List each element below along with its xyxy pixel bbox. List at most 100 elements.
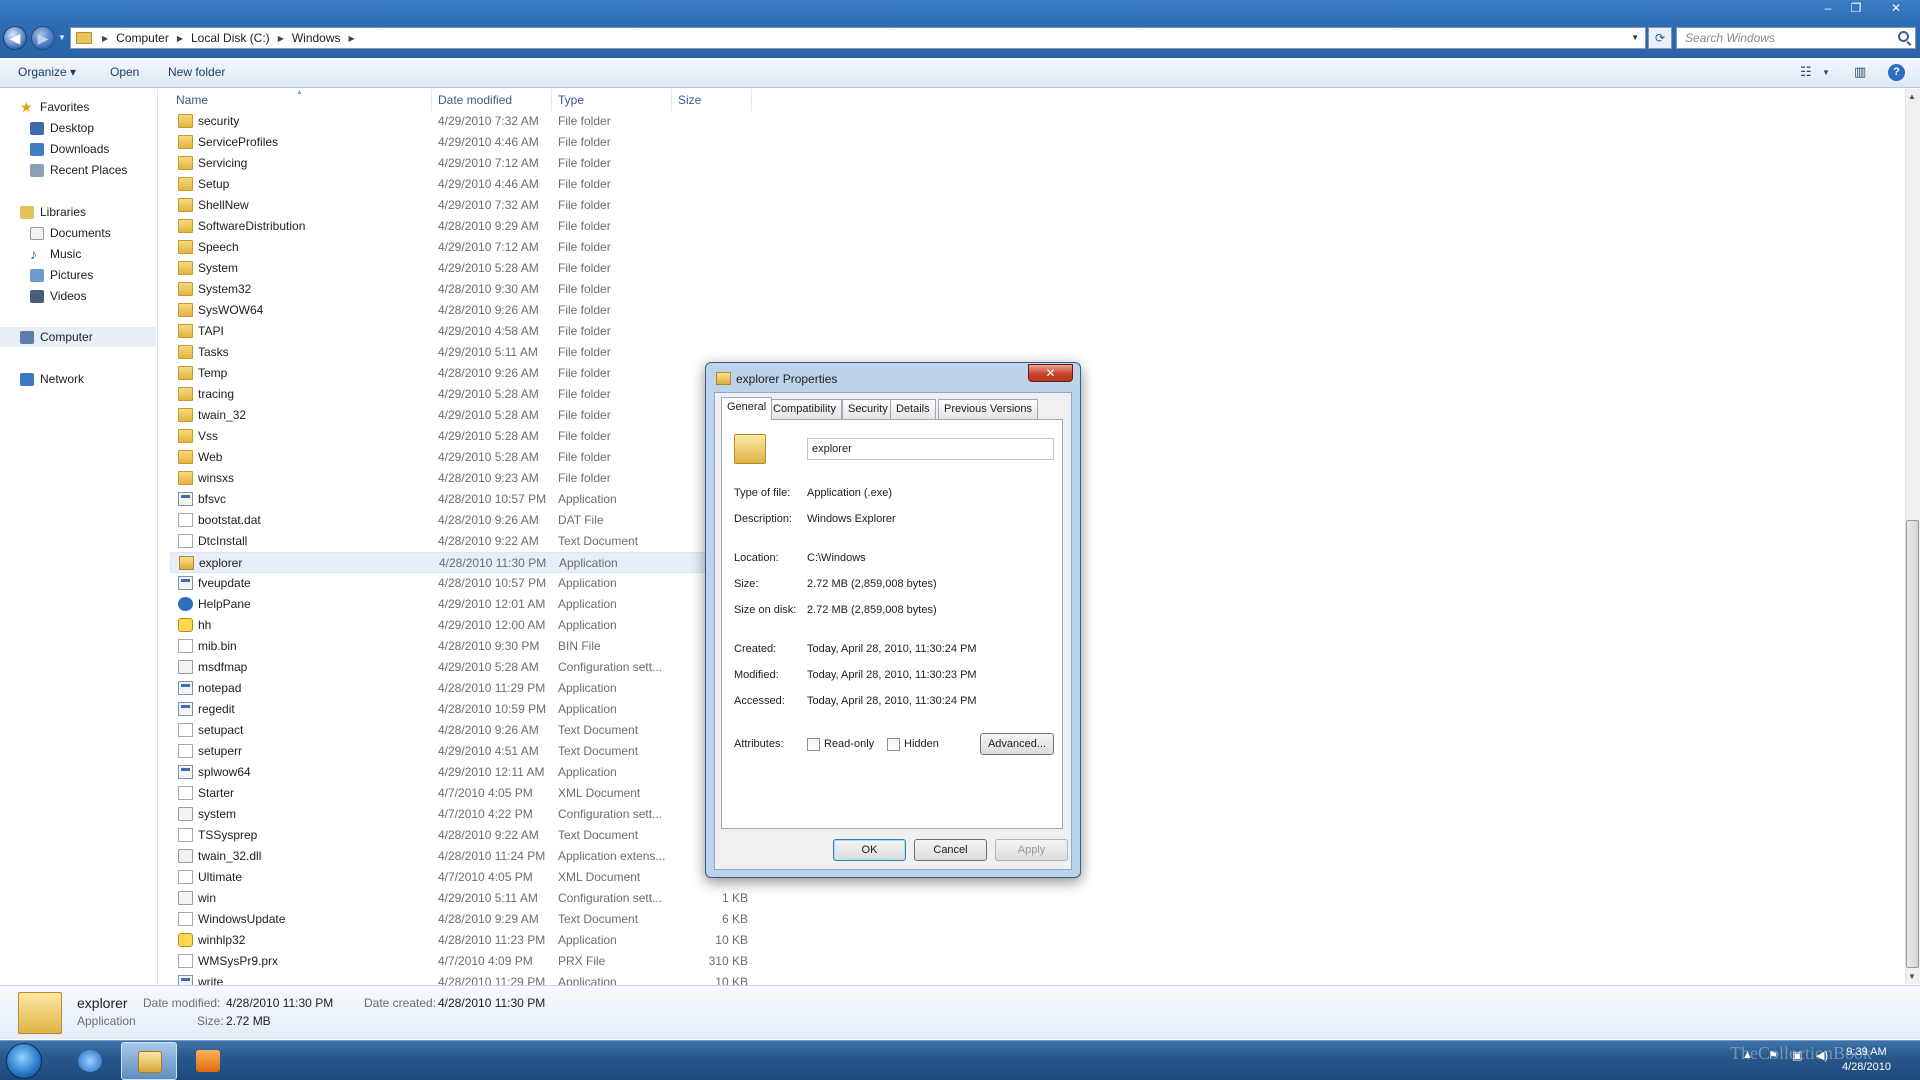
column-header-type[interactable]: Type xyxy=(552,89,672,111)
maximize-button[interactable]: ❐ xyxy=(1838,0,1874,17)
advanced-button[interactable]: Advanced... xyxy=(980,733,1054,755)
change-view-icon[interactable]: ☷ xyxy=(1800,64,1812,80)
tab-details[interactable]: Details xyxy=(890,399,936,419)
nav-music[interactable]: ♪ Music xyxy=(30,244,81,264)
file-row[interactable]: Servicing 4/29/2010 7:12 AM File folder xyxy=(170,153,750,174)
file-row[interactable]: Ultimate 4/7/2010 4:05 PM XML Document xyxy=(170,867,750,888)
ok-button[interactable]: OK xyxy=(833,839,906,861)
tab-previous-versions[interactable]: Previous Versions xyxy=(938,399,1039,419)
dialog-close-button[interactable]: ✕ xyxy=(1028,364,1073,382)
organize-button[interactable]: Organize ▾ xyxy=(18,65,76,79)
taskbar-media-player[interactable] xyxy=(180,1042,236,1080)
file-row[interactable]: explorer4/28/2010 11:30 PMApplication2 xyxy=(170,552,750,573)
file-row[interactable]: winsxs 4/28/2010 9:23 AM File folder xyxy=(170,468,750,489)
breadcrumb-computer[interactable]: Computer xyxy=(112,31,173,45)
nav-desktop[interactable]: Desktop xyxy=(30,118,94,138)
column-header-size[interactable]: Size xyxy=(672,89,752,111)
read-only-label[interactable]: Read-only xyxy=(824,738,874,750)
file-row[interactable]: TSSysprep 4/28/2010 9:22 AM Text Document xyxy=(170,825,750,846)
close-button[interactable]: ✕ xyxy=(1878,0,1914,17)
nav-pictures[interactable]: Pictures xyxy=(30,265,93,285)
refresh-button[interactable]: ⟳ xyxy=(1648,27,1672,49)
file-row[interactable]: SysWOW64 4/28/2010 9:26 AM File folder xyxy=(170,300,750,321)
file-row[interactable]: tracing 4/29/2010 5:28 AM File folder xyxy=(170,384,750,405)
nav-network[interactable]: Network xyxy=(20,369,84,389)
file-row[interactable]: winhlp32 4/28/2010 11:23 PM Application 10 … xyxy=(170,930,750,951)
address-bar[interactable]: ▶ Computer ▶ Local Disk (C:) ▶ Windows ▶… xyxy=(70,27,1646,49)
file-name-field[interactable]: explorer xyxy=(807,438,1054,460)
file-row[interactable]: TAPI 4/29/2010 4:58 AM File folder xyxy=(170,321,750,342)
file-row[interactable]: WMSysPr9.prx 4/7/2010 4:09 PM PRX File 310 … xyxy=(170,951,750,972)
scroll-up-icon[interactable]: ▲ xyxy=(1908,92,1916,101)
breadcrumb-windows[interactable]: Windows xyxy=(288,31,345,45)
view-dropdown-icon[interactable]: ▼ xyxy=(1822,68,1830,77)
read-only-checkbox[interactable] xyxy=(807,738,820,751)
hidden-label[interactable]: Hidden xyxy=(904,738,939,750)
chevron-right-icon[interactable]: ▶ xyxy=(173,34,187,43)
start-button[interactable] xyxy=(6,1043,42,1079)
search-icon[interactable] xyxy=(1898,31,1909,42)
preview-pane-icon[interactable]: ▥ xyxy=(1854,64,1866,80)
file-row[interactable]: Temp 4/28/2010 9:26 AM File folder xyxy=(170,363,750,384)
file-row[interactable]: System 4/29/2010 5:28 AM File folder xyxy=(170,258,750,279)
breadcrumb-local-disk[interactable]: Local Disk (C:) xyxy=(187,31,274,45)
file-row[interactable]: HelpPane 4/29/2010 12:01 AM Application xyxy=(170,594,750,615)
address-dropdown-icon[interactable]: ▼ xyxy=(1631,33,1639,42)
nav-libraries[interactable]: Libraries xyxy=(20,202,86,222)
file-row[interactable]: SoftwareDistribution 4/28/2010 9:29 AM Fil… xyxy=(170,216,750,237)
new-folder-button[interactable]: New folder xyxy=(168,65,225,79)
file-row[interactable]: system 4/7/2010 4:22 PM Configuration sett… xyxy=(170,804,750,825)
nav-computer[interactable]: Computer xyxy=(0,327,156,347)
open-button[interactable]: Open xyxy=(110,65,139,79)
file-row[interactable]: twain_32 4/29/2010 5:28 AM File folder xyxy=(170,405,750,426)
nav-videos[interactable]: Videos xyxy=(30,286,86,306)
chevron-right-icon[interactable]: ▶ xyxy=(274,34,288,43)
file-row[interactable]: win 4/29/2010 5:11 AM Configuration sett..… xyxy=(170,888,750,909)
tab-security[interactable]: Security xyxy=(842,399,894,419)
nav-downloads[interactable]: Downloads xyxy=(30,139,109,159)
file-row[interactable]: bfsvc 4/28/2010 10:57 PM Application xyxy=(170,489,750,510)
file-row[interactable]: DtcInstall 4/28/2010 9:22 AM Text Document xyxy=(170,531,750,552)
file-row[interactable]: bootstat.dat 4/28/2010 9:26 AM DAT File xyxy=(170,510,750,531)
file-row[interactable]: ShellNew 4/29/2010 7:32 AM File folder xyxy=(170,195,750,216)
tab-general[interactable]: General xyxy=(721,397,773,420)
taskbar-internet-explorer[interactable] xyxy=(62,1042,118,1080)
file-row[interactable]: twain_32.dll 4/28/2010 11:24 PM Applicatio… xyxy=(170,846,750,867)
taskbar-windows-explorer[interactable] xyxy=(121,1042,177,1080)
file-row[interactable]: setuperr 4/29/2010 4:51 AM Text Document xyxy=(170,741,750,762)
file-row[interactable]: write 4/28/2010 11:29 PM Application 10 KB xyxy=(170,972,750,985)
forward-button[interactable]: ▶ xyxy=(31,26,55,50)
file-row[interactable]: splwow64 4/29/2010 12:11 AM Application xyxy=(170,762,750,783)
chevron-right-icon[interactable]: ▶ xyxy=(98,34,112,43)
chevron-right-icon[interactable]: ▶ xyxy=(345,34,359,43)
file-row[interactable]: mib.bin 4/28/2010 9:30 PM BIN File xyxy=(170,636,750,657)
file-row[interactable]: msdfmap 4/29/2010 5:28 AM Configuration se… xyxy=(170,657,750,678)
file-row[interactable]: WindowsUpdate 4/28/2010 9:29 AM Text Docum… xyxy=(170,909,750,930)
cancel-button[interactable]: Cancel xyxy=(914,839,987,861)
back-button[interactable]: ◀ xyxy=(3,26,27,50)
scroll-down-icon[interactable]: ▼ xyxy=(1908,972,1916,981)
column-header-date[interactable]: Date modified xyxy=(432,89,552,111)
file-row[interactable]: hh 4/29/2010 12:00 AM Application xyxy=(170,615,750,636)
recent-pages-chevron-icon[interactable]: ▼ xyxy=(58,33,66,42)
file-row[interactable]: fveupdate 4/28/2010 10:57 PM Application xyxy=(170,573,750,594)
file-row[interactable]: Web 4/29/2010 5:28 AM File folder xyxy=(170,447,750,468)
nav-recent-places[interactable]: Recent Places xyxy=(30,160,127,180)
tab-compatibility[interactable]: Compatibility xyxy=(767,399,842,419)
file-row[interactable]: security 4/29/2010 7:32 AM File folder xyxy=(170,111,750,132)
file-row[interactable]: System32 4/28/2010 9:30 AM File folder xyxy=(170,279,750,300)
apply-button[interactable]: Apply xyxy=(995,839,1068,861)
nav-documents[interactable]: Documents xyxy=(30,223,111,243)
file-row[interactable]: notepad 4/28/2010 11:29 PM Application xyxy=(170,678,750,699)
file-row[interactable]: setupact 4/28/2010 9:26 AM Text Document xyxy=(170,720,750,741)
help-icon[interactable]: ? xyxy=(1888,64,1905,81)
nav-favorites[interactable]: ★ Favorites xyxy=(20,97,89,117)
scrollbar-thumb[interactable] xyxy=(1906,520,1919,968)
file-row[interactable]: ServiceProfiles 4/29/2010 4:46 AM File fol… xyxy=(170,132,750,153)
search-input[interactable]: Search Windows xyxy=(1676,27,1916,49)
file-row[interactable]: Speech 4/29/2010 7:12 AM File folder xyxy=(170,237,750,258)
hidden-checkbox[interactable] xyxy=(887,738,900,751)
file-row[interactable]: regedit 4/28/2010 10:59 PM Application xyxy=(170,699,750,720)
file-row[interactable]: Vss 4/29/2010 5:28 AM File folder xyxy=(170,426,750,447)
file-row[interactable]: Setup 4/29/2010 4:46 AM File folder xyxy=(170,174,750,195)
